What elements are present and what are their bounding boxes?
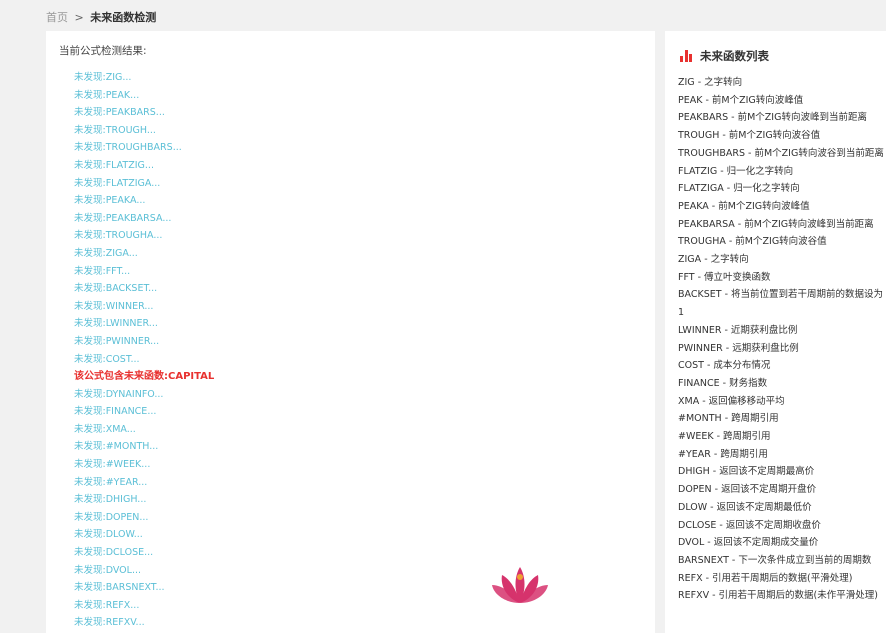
future-function-item: FLATZIG - 归一化之字转向	[678, 165, 794, 177]
future-function-item: FFT - 傅立叶变换函数	[678, 271, 771, 283]
result-item: 未发现:BACKSET...	[74, 283, 158, 295]
future-function-item: BACKSET - 将当前位置到若干周期前的数据设为1	[678, 289, 884, 319]
result-item: 未发现:#WEEK...	[74, 459, 151, 471]
future-function-item: REFXV - 引用若干周期后的数据(未作平滑处理)	[678, 590, 878, 602]
future-function-item: DHIGH - 返回该不定周期最高价	[678, 466, 815, 478]
future-function-item: ZIGA - 之字转向	[678, 254, 749, 266]
result-item: 未发现:DYNAINFO...	[74, 388, 164, 400]
result-item: 未发现:DLOW...	[74, 529, 143, 541]
result-item: 未发现:COST...	[74, 353, 140, 365]
future-function-item: PWINNER - 远期获利盘比例	[678, 342, 799, 354]
result-list: 未发现:ZIG... 未发现:PEAK... 未发现:PEAKBARS... 未发现:…	[74, 69, 214, 632]
result-title: 当前公式检测结果:	[59, 45, 147, 57]
result-item: 未发现:DOPEN...	[74, 511, 149, 523]
future-function-item: ZIG - 之字转向	[678, 77, 743, 88]
result-item: 未发现:TROUGHBARS...	[74, 142, 182, 154]
future-function-item: BARSNEXT - 下一次条件成立到当前的周期数	[678, 554, 872, 566]
future-function-item: PEAK - 前M个ZIG转向波峰值	[678, 94, 804, 106]
result-item: 未发现:XMA...	[74, 423, 136, 435]
result-item: 未发现:REFX...	[74, 599, 140, 611]
result-item: 未发现:PEAKBARS...	[74, 107, 165, 119]
future-function-alert: 该公式包含未来函数:CAPITAL	[74, 371, 215, 383]
result-item: 未发现:TROUGHA...	[74, 230, 163, 242]
result-item: 未发现:ZIG...	[74, 72, 132, 83]
detection-result-panel: 当前公式检测结果: 未发现:ZIG... 未发现:PEAK... 未发现:PEAKB…	[46, 31, 655, 633]
future-function-item: TROUGHA - 前M个ZIG转向波谷值	[678, 236, 827, 248]
future-function-item: DLOW - 返回该不定周期最低价	[678, 501, 812, 513]
future-function-item: COST - 成本分布情况	[678, 360, 771, 372]
result-item: 未发现:PEAKA...	[74, 195, 146, 207]
result-item: 未发现:ZIGA...	[74, 247, 138, 259]
result-item: 未发现:#YEAR...	[74, 476, 148, 488]
result-item: 未发现:PWINNER...	[74, 335, 160, 347]
result-item: 未发现:FLATZIGA...	[74, 177, 161, 189]
result-item: 未发现:TROUGH...	[74, 124, 156, 136]
future-function-item: PEAKA - 前M个ZIG转向波峰值	[678, 200, 810, 212]
result-item: 未发现:BARSNEXT...	[74, 582, 165, 594]
future-function-item: DCLOSE - 返回该不定周期收盘价	[678, 519, 821, 531]
breadcrumb: 首页 > 未来函数检测	[46, 9, 156, 25]
result-item: 未发现:#MONTH...	[74, 441, 159, 453]
future-function-list: ZIG - 之字转向 PEAK - 前M个ZIG转向波峰值 PEAKBARS - 前…	[678, 74, 884, 605]
result-item: 未发现:DVOL...	[74, 564, 142, 576]
result-item: 未发现:FLATZIG...	[74, 159, 154, 171]
result-item: 未发现:REFXV...	[74, 617, 145, 629]
result-item: 未发现:PEAK...	[74, 89, 140, 101]
result-item: 未发现:DHIGH...	[74, 494, 147, 506]
future-function-list-panel: 未来函数列表 ZIG - 之字转向 PEAK - 前M个ZIG转向波峰值 PEAKB…	[665, 31, 886, 633]
future-function-item: TROUGHBARS - 前M个ZIG转向波谷到当前距离	[678, 147, 884, 159]
future-function-list-header: 未来函数列表	[680, 48, 769, 64]
lotus-logo-icon	[492, 567, 548, 603]
future-function-item: FLATZIGA - 归一化之字转向	[678, 183, 800, 195]
result-item: 未发现:FFT...	[74, 265, 131, 277]
future-function-item: FINANCE - 财务指数	[678, 377, 768, 389]
future-function-item: XMA - 返回偏移移动平均	[678, 395, 785, 407]
result-item: 未发现:WINNER...	[74, 300, 154, 312]
breadcrumb-separator: >	[74, 11, 84, 24]
future-function-item: PEAKBARS - 前M个ZIG转向波峰到当前距离	[678, 112, 867, 124]
breadcrumb-home-link[interactable]: 首页	[46, 11, 68, 24]
future-function-item: LWINNER - 近期获利盘比例	[678, 324, 798, 336]
breadcrumb-current: 未来函数检测	[90, 11, 157, 24]
future-function-item: DVOL - 返回该不定周期成交量价	[678, 537, 819, 549]
future-function-item: #WEEK - 跨周期引用	[678, 431, 771, 443]
result-item: 未发现:PEAKBARSA...	[74, 212, 172, 224]
future-function-item: #YEAR - 跨周期引用	[678, 448, 768, 460]
result-item: 未发现:LWINNER...	[74, 318, 158, 330]
result-item: 未发现:FINANCE...	[74, 406, 157, 418]
future-function-item: REFX - 引用若干周期后的数据(平滑处理)	[678, 572, 853, 584]
future-function-item: PEAKBARSA - 前M个ZIG转向波峰到当前距离	[678, 218, 874, 230]
future-function-list-title: 未来函数列表	[700, 49, 769, 63]
future-function-item: TROUGH - 前M个ZIG转向波谷值	[678, 130, 821, 142]
result-item: 未发现:DCLOSE...	[74, 547, 154, 559]
future-function-item: #MONTH - 跨周期引用	[678, 413, 779, 425]
future-function-item: DOPEN - 返回该不定周期开盘价	[678, 484, 817, 496]
bar-chart-icon	[680, 50, 692, 62]
